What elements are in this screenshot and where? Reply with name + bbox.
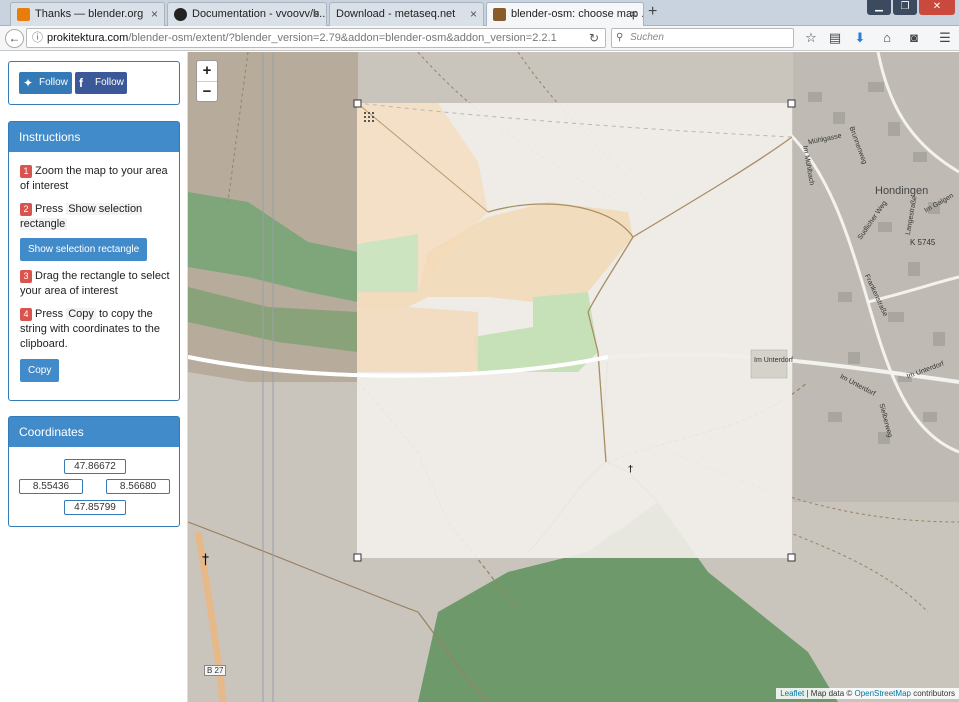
window-close-icon[interactable]: ✕: [919, 0, 955, 15]
left-panel: ✦ Follow f Follow Instructions 1 Zoom the…: [0, 52, 188, 702]
search-placeholder: Suchen: [630, 32, 664, 43]
svg-text:†: †: [628, 464, 633, 475]
coordinates-box: Coordinates 47.86672 8.55436 8.56680 47.…: [8, 416, 180, 527]
clipboard-icon[interactable]: ▤: [826, 30, 844, 46]
home-icon[interactable]: ⌂: [878, 30, 896, 45]
map-label-im-unterdorf: Im Unterdorf: [754, 357, 793, 364]
menu-icon[interactable]: ☰: [936, 30, 954, 46]
info-icon[interactable]: ⓘ: [32, 29, 43, 47]
search-input[interactable]: ⚲ Suchen: [611, 28, 794, 48]
close-tab-icon[interactable]: ×: [630, 7, 637, 21]
show-selection-rectangle-button[interactable]: Show selection rectangle: [20, 238, 148, 261]
facebook-icon: f: [79, 76, 83, 90]
step-text: Drag the rectangle to select your area o…: [20, 270, 170, 297]
svg-text:†: †: [202, 552, 209, 568]
instructions-box: Instructions 1 Zoom the map to your area …: [8, 121, 180, 401]
map-view[interactable]: † † + − Hondingen K 5745 B 27 Im Unterdo…: [188, 52, 959, 702]
close-tab-icon[interactable]: ×: [470, 7, 477, 21]
tab-blender-osm[interactable]: blender-osm: choose map ... ×: [486, 2, 644, 27]
map-attribution: Leaflet | Map data © OpenStreetMap contr…: [776, 688, 959, 699]
coordinates-title: Coordinates: [9, 417, 179, 447]
close-tab-icon[interactable]: ×: [313, 7, 320, 21]
nav-bar: ← ⓘ prokitektura.com/blender-osm/extent/…: [0, 26, 959, 51]
twitter-follow-label: Follow: [39, 77, 68, 88]
step-4: 4 Press Copy to copy the string with coor…: [20, 307, 178, 352]
download-icon[interactable]: ⬇: [851, 30, 869, 46]
window-controls: ▁ ❐ ✕: [867, 0, 955, 16]
zoom-in-button[interactable]: +: [197, 61, 217, 81]
step-3: 3 Drag the rectangle to select your area …: [20, 269, 178, 299]
social-box: ✦ Follow f Follow: [8, 61, 180, 105]
tab-download-metaseq[interactable]: Download - metaseq.net ×: [329, 2, 484, 26]
url-bar[interactable]: ⓘ prokitektura.com/blender-osm/extent/?b…: [26, 28, 606, 48]
zoom-control: + −: [196, 60, 218, 102]
north-coordinate: 47.86672: [64, 459, 126, 474]
new-tab-button[interactable]: +: [648, 3, 657, 21]
step-text: Press: [35, 203, 64, 215]
map-label-town: Hondingen: [875, 185, 929, 197]
tab-label: Documentation - vvoovv/b...: [192, 8, 327, 20]
step-keyword: Copy: [66, 308, 96, 320]
step-text: Zoom the map to your area of interest: [20, 165, 168, 192]
instructions-title: Instructions: [9, 122, 179, 152]
step-number: 1: [20, 165, 32, 178]
step-1: 1 Zoom the map to your area of interest: [20, 164, 178, 194]
blender-icon: [17, 8, 30, 21]
facebook-follow-button[interactable]: f Follow: [75, 72, 127, 94]
step-number: 4: [20, 308, 32, 321]
back-arrow-icon[interactable]: ←: [5, 29, 24, 48]
tab-label: blender-osm: choose map ...: [511, 8, 644, 20]
east-coordinate: 8.56680: [106, 479, 170, 494]
west-coordinate: 8.55436: [19, 479, 83, 494]
zoom-out-button[interactable]: −: [197, 81, 217, 101]
attribution-end: contributors: [910, 689, 955, 698]
pocket-icon[interactable]: ◙: [905, 30, 923, 45]
bookmark-star-icon[interactable]: ☆: [802, 30, 820, 46]
reload-icon[interactable]: ↻: [589, 29, 599, 47]
search-icon: ⚲: [616, 32, 624, 43]
maximize-icon[interactable]: ❐: [893, 0, 917, 15]
close-tab-icon[interactable]: ×: [151, 7, 158, 21]
leaflet-link[interactable]: Leaflet: [780, 689, 804, 698]
south-coordinate: 47.85799: [64, 500, 126, 515]
twitter-icon: ✦: [23, 76, 34, 90]
step-number: 3: [20, 270, 32, 283]
copy-button[interactable]: Copy: [20, 359, 60, 382]
tab-label: Thanks — blender.org: [35, 8, 144, 20]
openstreetmap-link[interactable]: OpenStreetMap: [854, 689, 910, 698]
step-text: Press: [35, 308, 64, 320]
blender-osm-icon: [493, 8, 506, 21]
tab-documentation[interactable]: Documentation - vvoovv/b... ×: [167, 2, 327, 26]
facebook-follow-label: Follow: [95, 77, 124, 88]
attribution-text: | Map data ©: [804, 689, 855, 698]
github-icon: [174, 8, 187, 21]
minimize-icon[interactable]: ▁: [867, 0, 891, 15]
url-path: /blender-osm/extent/?blender_version=2.7…: [128, 32, 557, 44]
step-number: 2: [20, 203, 32, 216]
map-label-road-b: B 27: [204, 665, 227, 676]
twitter-follow-button[interactable]: ✦ Follow: [19, 72, 72, 94]
tab-bar: Thanks — blender.org × Documentation - v…: [0, 0, 959, 27]
url-domain: prokitektura.com: [47, 32, 129, 44]
tab-label: Download - metaseq.net: [336, 8, 456, 20]
step-2: 2 Press Show selection rectangle: [20, 202, 178, 232]
tab-blender-thanks[interactable]: Thanks — blender.org ×: [10, 2, 165, 26]
map-label-road-k: K 5745: [910, 238, 936, 247]
